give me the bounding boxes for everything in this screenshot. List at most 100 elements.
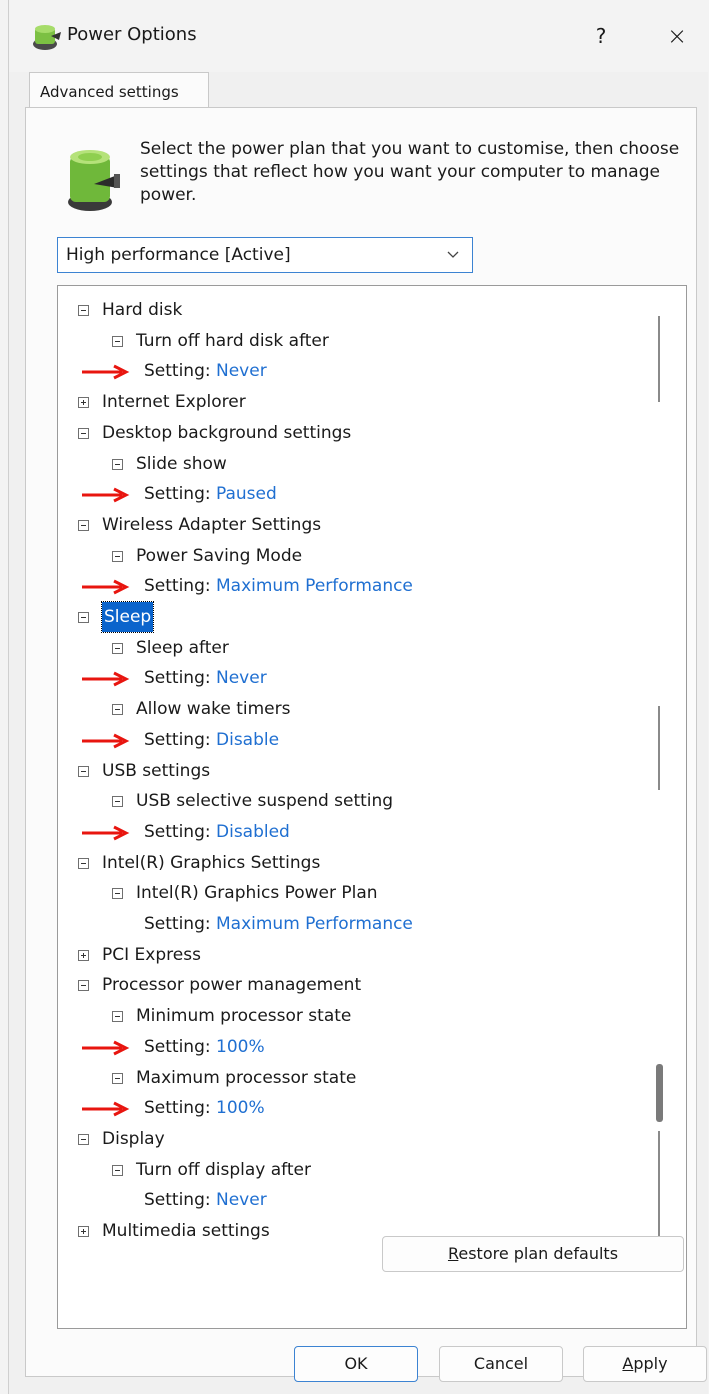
- collapse-icon[interactable]: [78, 305, 89, 316]
- tree-item-label: Power Saving Mode: [136, 545, 303, 566]
- setting-value-link[interactable]: Never: [216, 663, 267, 693]
- setting-label: Setting:: [144, 914, 211, 934]
- setting-label: Setting:: [144, 729, 211, 750]
- tree-item-label: Slide show: [136, 453, 227, 474]
- setting-row[interactable]: Setting: 100%: [58, 1032, 658, 1062]
- setting-value-link[interactable]: Never: [216, 1185, 267, 1215]
- tree-item-label: Turn off display after: [136, 1159, 311, 1180]
- tree-group[interactable]: Sleep: [58, 601, 658, 633]
- expand-icon[interactable]: [78, 949, 89, 961]
- setting-row[interactable]: Setting: Maximum Performance: [58, 571, 658, 601]
- settings-tree[interactable]: Hard disk Turn off hard disk after Setting…: [57, 285, 687, 1329]
- tree-group[interactable]: Display: [58, 1124, 658, 1154]
- setting-label: Setting:: [144, 361, 211, 382]
- collapse-icon[interactable]: [78, 519, 89, 531]
- red-arrow-icon: [82, 1040, 130, 1056]
- collapse-icon[interactable]: [112, 642, 123, 654]
- setting-row[interactable]: Setting: 100%: [58, 1093, 658, 1123]
- tree-subgroup[interactable]: Maximum processor state: [58, 1063, 658, 1093]
- power-plan-dropdown[interactable]: High performance [Active]: [57, 237, 473, 273]
- collapse-icon[interactable]: [78, 980, 89, 992]
- tree-group[interactable]: Internet Explorer: [58, 387, 658, 417]
- tree-subgroup[interactable]: Allow wake timers: [58, 694, 658, 724]
- collapse-icon[interactable]: [112, 1011, 123, 1023]
- setting-value-link[interactable]: Paused: [216, 479, 277, 509]
- tree-group[interactable]: Wireless Adapter Settings: [58, 510, 658, 540]
- tree-subgroup[interactable]: Power Saving Mode: [58, 541, 658, 571]
- collapse-icon[interactable]: [112, 550, 123, 562]
- tree-subgroup[interactable]: Turn off hard disk after: [58, 326, 658, 356]
- setting-row[interactable]: Setting: Disabled: [58, 817, 658, 847]
- help-button[interactable]: ?: [581, 18, 621, 54]
- collapse-icon[interactable]: [112, 1164, 123, 1176]
- tree-item-label: Multimedia settings: [102, 1221, 270, 1241]
- expand-icon[interactable]: [78, 1226, 89, 1237]
- setting-row[interactable]: Setting: Maximum Performance: [58, 909, 658, 939]
- setting-row[interactable]: Setting: Never: [58, 356, 658, 386]
- power-plan-selected: High performance [Active]: [66, 245, 291, 265]
- setting-label: Setting:: [144, 1190, 211, 1211]
- expand-icon[interactable]: [78, 397, 89, 409]
- tree-item-label: Hard disk: [102, 300, 183, 320]
- tree-subgroup[interactable]: Intel(R) Graphics Power Plan: [58, 878, 658, 908]
- setting-value-link[interactable]: 100%: [216, 1093, 265, 1123]
- tree-item-label: USB selective suspend setting: [136, 791, 394, 812]
- collapse-icon[interactable]: [112, 796, 123, 808]
- apply-label: pply: [633, 1354, 668, 1373]
- tree-item-label: Wireless Adapter Settings: [102, 514, 322, 535]
- tree-item-label: Turn off hard disk after: [136, 330, 329, 351]
- red-arrow-icon: [82, 579, 130, 595]
- setting-value-link[interactable]: Disable: [216, 725, 279, 755]
- setting-row[interactable]: Setting: Never: [58, 663, 658, 693]
- tree-group[interactable]: Hard disk: [58, 295, 658, 325]
- setting-row[interactable]: Setting: Paused: [58, 479, 658, 509]
- tree-group[interactable]: PCI Express: [58, 940, 658, 970]
- setting-value-link[interactable]: Never: [216, 356, 267, 386]
- setting-value-link[interactable]: Maximum Performance: [216, 909, 413, 939]
- collapse-icon[interactable]: [78, 765, 89, 777]
- collapse-icon[interactable]: [78, 1133, 89, 1145]
- collapse-icon[interactable]: [112, 704, 123, 716]
- setting-value-link[interactable]: 100%: [216, 1032, 265, 1062]
- tree-subgroup[interactable]: Slide show: [58, 449, 658, 479]
- collapse-icon[interactable]: [112, 1072, 123, 1084]
- red-arrow-icon: [82, 672, 130, 687]
- collapse-icon[interactable]: [78, 427, 89, 439]
- restore-plan-defaults-button[interactable]: Restore plan defaults: [382, 1236, 684, 1272]
- tree-subgroup[interactable]: Turn off display after: [58, 1155, 658, 1185]
- red-arrow-icon: [82, 1101, 130, 1117]
- tree-group[interactable]: Intel(R) Graphics Settings: [58, 848, 658, 878]
- setting-value-link[interactable]: Disabled: [216, 817, 290, 847]
- tree-subgroup[interactable]: Minimum processor state: [58, 1001, 658, 1031]
- tab-advanced-settings[interactable]: Advanced settings: [29, 72, 209, 108]
- tree-group[interactable]: Desktop background settings: [58, 418, 658, 448]
- collapse-icon[interactable]: [112, 888, 123, 900]
- collapse-icon[interactable]: [112, 458, 123, 470]
- red-arrow-icon: [82, 365, 130, 380]
- red-arrow-icon: [82, 733, 130, 749]
- close-button[interactable]: ×: [657, 18, 697, 54]
- tree-item-label: PCI Express: [102, 944, 201, 965]
- tree-item-label: USB settings: [102, 760, 211, 781]
- cancel-button[interactable]: Cancel: [439, 1346, 563, 1382]
- chevron-down-icon: [447, 251, 459, 258]
- setting-label: Setting:: [144, 821, 211, 842]
- collapse-icon[interactable]: [112, 335, 123, 347]
- tree-group[interactable]: USB settings: [58, 756, 658, 786]
- tree-item-label: Desktop background settings: [102, 422, 352, 443]
- ok-button[interactable]: OK: [294, 1346, 418, 1382]
- setting-value-link[interactable]: Maximum Performance: [216, 571, 413, 601]
- setting-row[interactable]: Setting: Disable: [58, 725, 658, 755]
- restore-label: estore plan defaults: [458, 1244, 619, 1263]
- collapse-icon[interactable]: [78, 612, 89, 623]
- tree-item-label: Display: [102, 1128, 165, 1149]
- setting-row[interactable]: Setting: Never: [58, 1185, 658, 1215]
- tree-subgroup[interactable]: USB selective suspend setting: [58, 786, 658, 816]
- apply-mnemonic: A: [622, 1354, 634, 1373]
- tree-group[interactable]: Processor power management: [58, 970, 658, 1000]
- apply-button[interactable]: Apply: [583, 1346, 707, 1382]
- advanced-settings-panel: Select the power plan that you want to c…: [25, 107, 697, 1377]
- collapse-icon[interactable]: [78, 857, 89, 869]
- tree-subgroup[interactable]: Sleep after: [58, 633, 658, 663]
- tree-item-label: Minimum processor state: [136, 1006, 352, 1027]
